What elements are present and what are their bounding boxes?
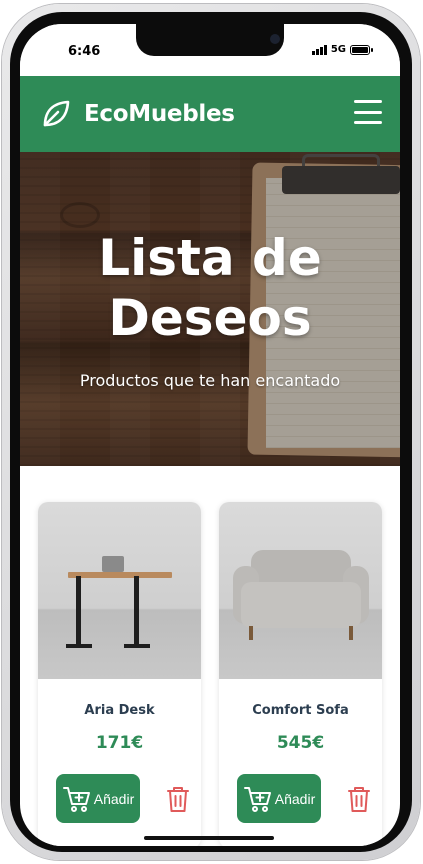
- home-indicator[interactable]: [144, 836, 274, 840]
- camera-icon: [270, 34, 280, 44]
- desk-foot-shape: [66, 644, 92, 648]
- add-to-cart-button[interactable]: Añadir: [237, 774, 321, 823]
- sofa-leg-shape: [249, 626, 253, 640]
- signal-icon: [311, 44, 327, 55]
- trash-icon[interactable]: [165, 784, 191, 814]
- cart-plus-icon: [62, 784, 92, 814]
- product-card[interactable]: Comfort Sofa 545€ Añadir: [219, 502, 382, 846]
- product-name[interactable]: Aria Desk: [38, 703, 201, 718]
- battery-icon: [350, 44, 373, 55]
- hero-subtitle: Productos que te han encantado: [79, 371, 341, 390]
- top-navbar: EcoMuebles: [20, 76, 400, 152]
- product-actions: Añadir: [56, 774, 191, 823]
- status-indicators: 5G: [311, 44, 373, 55]
- wishlist-grid: Aria Desk 171€ Añadir Comfort Sofa 545€ …: [38, 502, 382, 846]
- desk-top-shape: [68, 572, 172, 578]
- add-label: Añadir: [93, 790, 135, 807]
- product-card[interactable]: Aria Desk 171€ Añadir: [38, 502, 201, 846]
- product-name[interactable]: Comfort Sofa: [219, 703, 382, 718]
- standing-desk-photo[interactable]: [38, 502, 201, 679]
- desk-leg-shape: [76, 576, 81, 646]
- add-label: Añadir: [274, 790, 316, 807]
- grey-armchair-photo[interactable]: [219, 502, 382, 679]
- hero-title: Lista de Deseos: [98, 229, 322, 347]
- leaf-icon[interactable]: [38, 96, 74, 132]
- product-price: 545€: [276, 733, 325, 753]
- laptop-shape: [102, 556, 124, 572]
- desk-foot-shape: [124, 644, 150, 648]
- trash-icon[interactable]: [346, 784, 372, 814]
- product-actions: Añadir: [237, 774, 372, 823]
- sofa-leg-shape: [349, 626, 353, 640]
- network-label: 5G: [330, 44, 346, 55]
- phone-frame: 6:46 5G EcoMuebles Lista de Deseos Produ…: [2, 4, 420, 860]
- hero-banner: Lista de Deseos Productos que te han enc…: [20, 152, 400, 466]
- add-to-cart-button[interactable]: Añadir: [56, 774, 140, 823]
- status-time: 6:46: [68, 44, 101, 59]
- screen: 6:46 5G EcoMuebles Lista de Deseos Produ…: [20, 24, 400, 846]
- hamburger-menu-icon[interactable]: [354, 100, 382, 124]
- cart-plus-icon: [243, 784, 273, 814]
- brand-name[interactable]: EcoMuebles: [84, 101, 235, 127]
- status-bar: 6:46 5G: [20, 24, 400, 76]
- sofa-seat-shape: [241, 582, 361, 628]
- notch: [136, 24, 284, 56]
- product-price: 171€: [95, 733, 144, 753]
- desk-leg-shape: [134, 576, 139, 646]
